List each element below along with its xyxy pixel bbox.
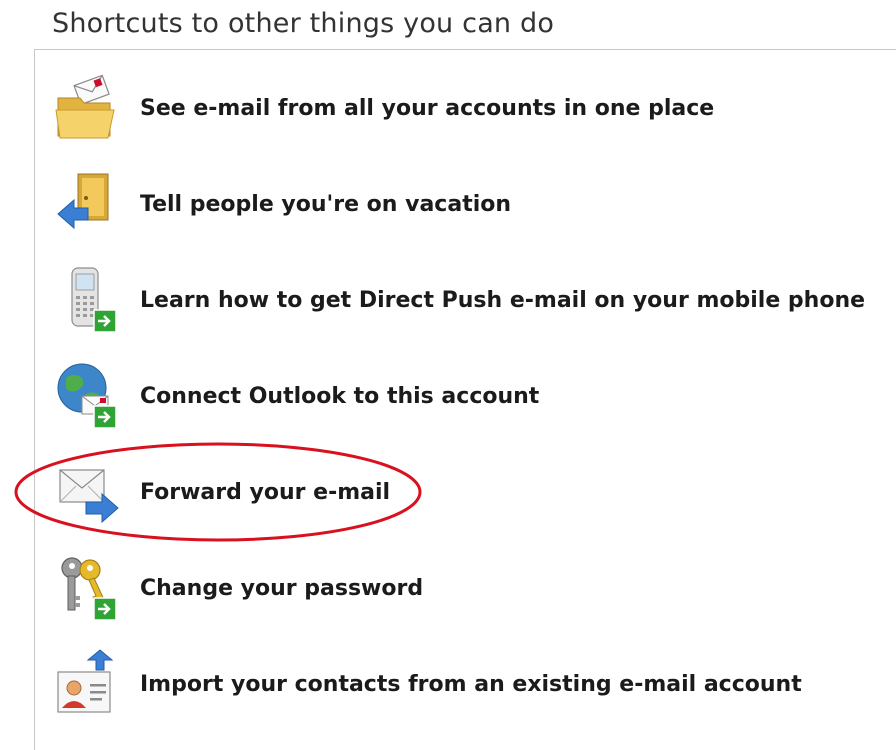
shortcut-label: Learn how to get Direct Push e-mail on y… [140,287,866,313]
shortcut-vacation[interactable]: Tell people you're on vacation [52,164,852,244]
envelope-forward-icon [59,469,119,524]
shortcut-connect-outlook[interactable]: Connect Outlook to this account [52,356,852,436]
shortcut-direct-push[interactable]: Learn how to get Direct Push e-mail on y… [52,260,865,340]
shortcut-label: See e-mail from all your accounts in one… [140,95,715,121]
vacation-door-arrow-icon [57,173,109,230]
contact-card-import-icon [57,649,114,713]
shortcut-label: Tell people you're on vacation [140,191,512,217]
shortcut-label: Import your contacts from an existing e-… [140,671,802,697]
mobile-phone-icon [71,267,117,333]
shortcut-forward-email[interactable]: Forward your e-mail [52,452,852,532]
page-title: Shortcuts to other things you can do [52,8,555,39]
shortcut-import-contacts[interactable]: Import your contacts from an existing e-… [52,644,852,724]
shortcut-label: Connect Outlook to this account [140,383,540,409]
shortcut-label: Change your password [140,575,424,601]
globe-mail-icon [57,363,117,429]
shortcut-label: Forward your e-mail [140,479,391,505]
folder-mail-icon [55,74,115,139]
keys-icon [61,557,117,621]
shortcut-change-password[interactable]: Change your password [52,548,852,628]
shortcut-see-all-email[interactable]: See e-mail from all your accounts in one… [52,68,852,148]
